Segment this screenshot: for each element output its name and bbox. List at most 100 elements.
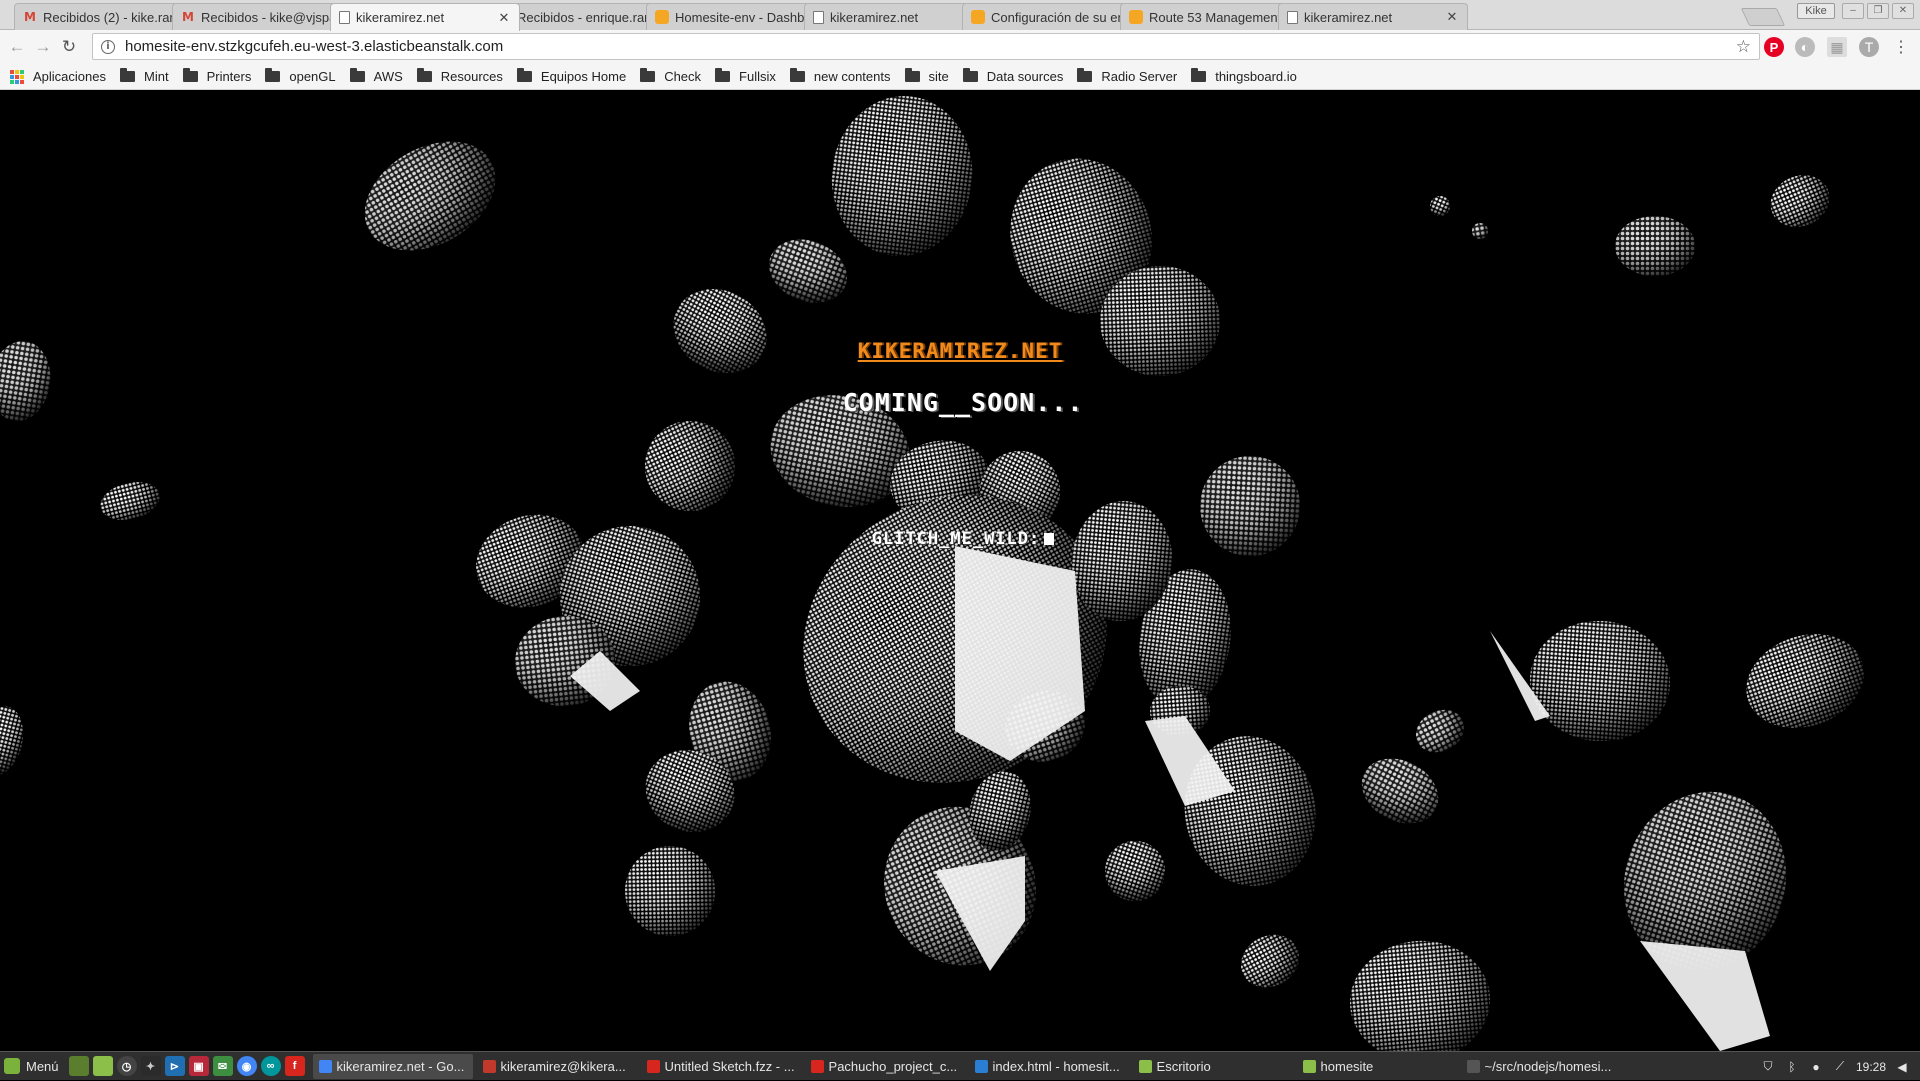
address-bar[interactable]: i homesite-env.stzkgcufeh.eu-west-3.elas… xyxy=(92,33,1760,60)
taskbar-window-button[interactable]: Pachucho_project_c... xyxy=(805,1054,965,1079)
rock-shading xyxy=(625,846,715,936)
rock-shading xyxy=(831,96,973,256)
back-icon[interactable]: ← xyxy=(4,34,30,60)
bookmark-folder[interactable]: Data sources xyxy=(962,68,1064,84)
taskbar-window-button[interactable]: ~/src/nodejs/homesi... xyxy=(1461,1054,1621,1079)
bookmark-folder[interactable]: Printers xyxy=(182,68,252,84)
window-icon xyxy=(646,1059,660,1073)
taskbar-window-label: kikeramirez@kikera... xyxy=(500,1058,626,1074)
minimize-icon[interactable]: – xyxy=(1842,3,1864,19)
files-launcher-icon[interactable] xyxy=(92,1056,113,1076)
close-window-icon[interactable]: ✕ xyxy=(1892,3,1914,19)
chrome-launcher-icon[interactable]: ◉ xyxy=(236,1056,257,1076)
extension-t-icon[interactable]: T xyxy=(1859,37,1879,57)
new-tab-button[interactable] xyxy=(1740,8,1786,26)
maximize-icon[interactable]: ❐ xyxy=(1867,3,1889,19)
rock-shading xyxy=(769,239,847,303)
tab-label: kikeramirez.net xyxy=(830,9,919,25)
coming-soon-heading: COMING__SOON... xyxy=(842,388,1084,417)
taskbar-window-button[interactable]: Untitled Sketch.fzz - ... xyxy=(641,1054,801,1079)
bookmark-label: Resources xyxy=(440,69,503,84)
bookmark-folder[interactable]: site xyxy=(904,68,949,84)
folder-icon xyxy=(904,68,920,82)
profile-badge[interactable]: Kike xyxy=(1797,3,1835,19)
rock-shading xyxy=(1746,634,1864,728)
bookmark-apps[interactable]: Aplicaciones xyxy=(10,69,106,84)
taskbar-window-button[interactable]: Escritorio xyxy=(1133,1054,1293,1079)
forward-icon[interactable]: → xyxy=(30,34,56,60)
taskbar-window-label: homesite xyxy=(1320,1058,1374,1074)
pinterest-extension-icon[interactable]: P xyxy=(1764,37,1784,57)
bookmark-star-icon[interactable]: ☆ xyxy=(1736,37,1751,57)
browser-menu-icon[interactable]: ⋮ xyxy=(1891,37,1911,57)
page-viewport: KIKERAMIREZ.NET COMING__SOON... GLITCH_M… xyxy=(0,91,1920,1051)
extension-grid-icon[interactable]: ▦ xyxy=(1827,37,1847,57)
chat-launcher-icon[interactable]: ✉ xyxy=(212,1056,233,1076)
window-icon xyxy=(318,1059,332,1073)
reload-icon[interactable]: ↻ xyxy=(56,34,82,60)
taskbar-window-button[interactable]: kikeramirez@kikera... xyxy=(477,1054,637,1079)
os-taskbar: Menú ◷ ✦ ⊳ ▣ ✉ ◉ ∞ f kikeramirez.net - G… xyxy=(0,1051,1920,1080)
clock-app-icon[interactable]: ◷ xyxy=(116,1056,137,1076)
rock-shading xyxy=(100,482,160,520)
browser-tab[interactable]: kikeramirez.net ✕ xyxy=(1278,3,1468,30)
shield-icon[interactable]: ⛉ xyxy=(1760,1059,1776,1075)
bookmark-folder[interactable]: Check xyxy=(640,68,701,84)
aws-icon xyxy=(655,10,669,24)
window-icon xyxy=(1138,1059,1152,1073)
start-menu-label: Menú xyxy=(26,1058,59,1074)
tab-label: Recibidos (2) - kike.ram xyxy=(43,9,177,25)
bookmark-label: Radio Server xyxy=(1101,69,1178,84)
window-icon xyxy=(810,1059,824,1073)
page-icon xyxy=(813,10,824,24)
fritzing-launcher-icon[interactable]: f xyxy=(284,1056,305,1076)
browser-tab[interactable]: kikeramirez.net ✕ xyxy=(330,3,520,31)
bookmark-folder[interactable]: Equipos Home xyxy=(516,68,626,84)
taskbar-window-label: Escritorio xyxy=(1156,1058,1211,1074)
tab-close-icon[interactable]: ✕ xyxy=(1445,9,1459,25)
folder-icon xyxy=(1077,68,1093,82)
clock[interactable]: 19:28 xyxy=(1856,1060,1886,1074)
bookmark-label: Data sources xyxy=(986,69,1064,84)
taskbar-window-button[interactable]: kikeramirez.net - Go... xyxy=(312,1053,473,1079)
rock-highlight xyxy=(1640,941,1770,1051)
terminal-launcher-icon[interactable]: ▣ xyxy=(188,1056,209,1076)
bookmark-folder[interactable]: AWS xyxy=(349,68,403,84)
site-info-icon[interactable]: i xyxy=(101,39,115,54)
bookmark-folder[interactable]: Mint xyxy=(120,68,169,84)
volume-icon[interactable]: ◀ xyxy=(1894,1059,1910,1075)
tab-close-icon[interactable]: ✕ xyxy=(497,10,511,26)
rock-shading xyxy=(673,289,767,373)
bluetooth-icon[interactable]: ᛒ xyxy=(1784,1059,1800,1075)
app-launcher-icon[interactable]: ✦ xyxy=(140,1056,161,1076)
user-icon[interactable]: ● xyxy=(1808,1059,1824,1075)
bookmark-label: AWS xyxy=(373,69,403,84)
vscode-launcher-icon[interactable]: ⊳ xyxy=(164,1056,185,1076)
arduino-launcher-icon[interactable]: ∞ xyxy=(260,1056,281,1076)
start-menu-button[interactable]: Menú xyxy=(0,1052,67,1081)
network-icon[interactable]: ⟋ xyxy=(1832,1059,1848,1075)
site-title-link[interactable]: KIKERAMIREZ.NET xyxy=(0,339,1920,363)
folder-icon xyxy=(962,68,978,82)
bookmark-folder[interactable]: openGL xyxy=(265,68,336,84)
rock-shading xyxy=(1350,940,1490,1051)
bookmark-label: Printers xyxy=(206,69,252,84)
bookmark-label: Mint xyxy=(144,69,169,84)
tab-label: Homesite-env - Dashbo xyxy=(675,9,809,25)
taskbar-window-label: Untitled Sketch.fzz - ... xyxy=(664,1058,795,1074)
taskbar-window-button[interactable]: homesite xyxy=(1297,1054,1457,1079)
rock-shading xyxy=(364,141,496,251)
folder-icon xyxy=(265,68,281,82)
extension-icon[interactable]: ◐ xyxy=(1795,37,1815,57)
bookmark-folder[interactable]: new contents xyxy=(789,68,891,84)
glitch-rocks-canvas[interactable] xyxy=(0,91,1920,1051)
glitch-prompt[interactable]: GLITCH_ME_WILD: xyxy=(0,529,1920,549)
taskbar-window-button[interactable]: index.html - homesit... xyxy=(969,1054,1129,1079)
bookmark-folder[interactable]: Resources xyxy=(416,68,503,84)
show-desktop-icon[interactable] xyxy=(68,1056,89,1076)
folder-icon xyxy=(640,68,656,82)
bookmark-folder[interactable]: thingsboard.io xyxy=(1191,68,1297,84)
bookmark-folder[interactable]: Radio Server xyxy=(1077,68,1178,84)
bookmark-folder[interactable]: Fullsix xyxy=(715,68,776,84)
glitch-label: GLITCH_ME_WILD: xyxy=(871,529,1041,549)
